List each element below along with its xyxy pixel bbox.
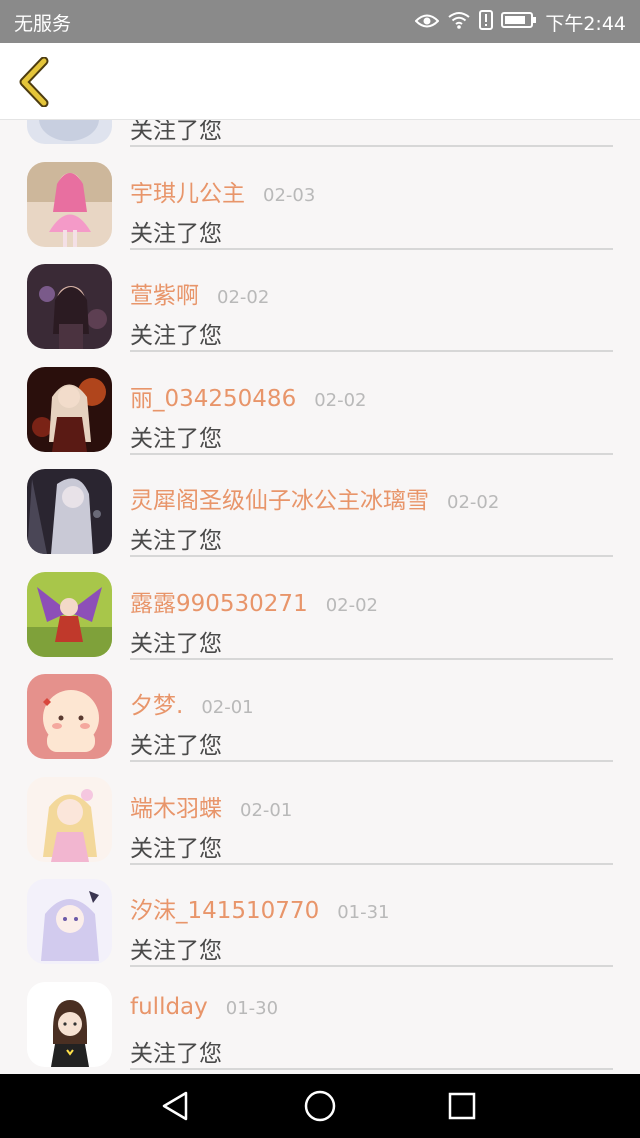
follow-date: 01-31	[337, 902, 390, 923]
avatar	[27, 161, 112, 247]
list-item[interactable]: 萱紫啊 02-02 关注了您	[0, 248, 640, 352]
home-circle-icon	[302, 1090, 338, 1128]
carrier-label: 无服务	[14, 13, 72, 35]
follow-message: 关注了您	[130, 1040, 222, 1067]
follow-message: 关注了您	[130, 323, 222, 349]
follow-date: 02-02	[325, 594, 379, 616]
follow-date: 02-02	[314, 389, 367, 411]
avatar	[27, 469, 112, 554]
user-name[interactable]: 丽_034250486	[130, 379, 296, 413]
user-name[interactable]: 宇琪儿公主	[130, 174, 245, 208]
follow-message: 关注了您	[130, 528, 222, 554]
follow-message: 关注了您	[130, 733, 222, 759]
user-name[interactable]: 灵犀阁圣级仙子冰公主冰璃雪	[130, 481, 429, 515]
follow-message: 关注了您	[130, 425, 222, 452]
avatar	[27, 879, 112, 964]
avatar	[27, 366, 112, 452]
time-label: 下午2:44	[545, 13, 626, 35]
nav-back-button[interactable]	[158, 1088, 194, 1124]
follow-message: 关注了您	[130, 120, 222, 144]
list-item[interactable]: fullday 01-30 关注了您	[0, 966, 640, 1070]
follow-message: 关注了您	[130, 938, 222, 964]
user-name[interactable]: 夕梦.	[130, 686, 183, 720]
user-name[interactable]: 端木羽蝶	[130, 789, 222, 823]
eye-icon	[414, 12, 440, 34]
avatar	[27, 776, 112, 862]
user-name[interactable]: 汐沫_141510770	[130, 891, 319, 925]
follower-list: 关注了您 宇琪儿公主 02-03 关注了您 萱紫啊 02-02 关注了您 丽_0…	[0, 120, 640, 1074]
user-name[interactable]: fullday	[130, 994, 208, 1020]
follow-date: 02-01	[240, 799, 293, 821]
status-icons: 下午2:44	[414, 9, 626, 36]
status-bar: 无服务 下午2:44	[0, 0, 640, 43]
back-button[interactable]	[14, 56, 60, 108]
avatar	[27, 264, 112, 349]
list-item[interactable]: 丽_034250486 02-02 关注了您	[0, 351, 640, 455]
user-name[interactable]: 萱紫啊	[130, 276, 199, 310]
follow-date: 01-30	[225, 997, 279, 1019]
recents-square-icon	[444, 1092, 480, 1128]
list-item[interactable]: 夕梦. 02-01 关注了您	[0, 658, 640, 762]
list-item[interactable]: 关注了您	[0, 120, 640, 147]
user-name[interactable]: 露露990530271	[130, 584, 308, 618]
chevron-left-icon	[14, 56, 60, 111]
battery-icon	[501, 11, 537, 34]
follow-message: 关注了您	[130, 835, 222, 862]
avatar	[27, 674, 112, 759]
avatar	[27, 571, 112, 657]
follow-date: 02-02	[217, 287, 270, 308]
follow-message: 关注了您	[130, 630, 222, 657]
list-item[interactable]: 汐沫_141510770 01-31 关注了您	[0, 863, 640, 967]
avatar	[27, 120, 112, 144]
list-item[interactable]: 露露990530271 02-02 关注了您	[0, 556, 640, 660]
header	[0, 43, 640, 120]
follow-date: 02-03	[263, 184, 316, 206]
system-nav-bar	[0, 1074, 640, 1138]
nav-recents-button[interactable]	[444, 1088, 480, 1124]
divider	[130, 1067, 613, 1070]
follow-date: 02-01	[201, 697, 254, 718]
follow-date: 02-02	[447, 492, 500, 513]
avatar	[27, 981, 112, 1067]
follow-message: 关注了您	[130, 220, 222, 247]
list-item[interactable]: 端木羽蝶 02-01 关注了您	[0, 761, 640, 865]
alert-icon	[479, 10, 494, 35]
nav-home-button[interactable]	[302, 1088, 338, 1124]
list-item[interactable]: 宇琪儿公主 02-03 关注了您	[0, 146, 640, 250]
wifi-icon	[447, 11, 471, 34]
list-item[interactable]: 灵犀阁圣级仙子冰公主冰璃雪 02-02 关注了您	[0, 453, 640, 557]
back-triangle-icon	[158, 1091, 194, 1128]
